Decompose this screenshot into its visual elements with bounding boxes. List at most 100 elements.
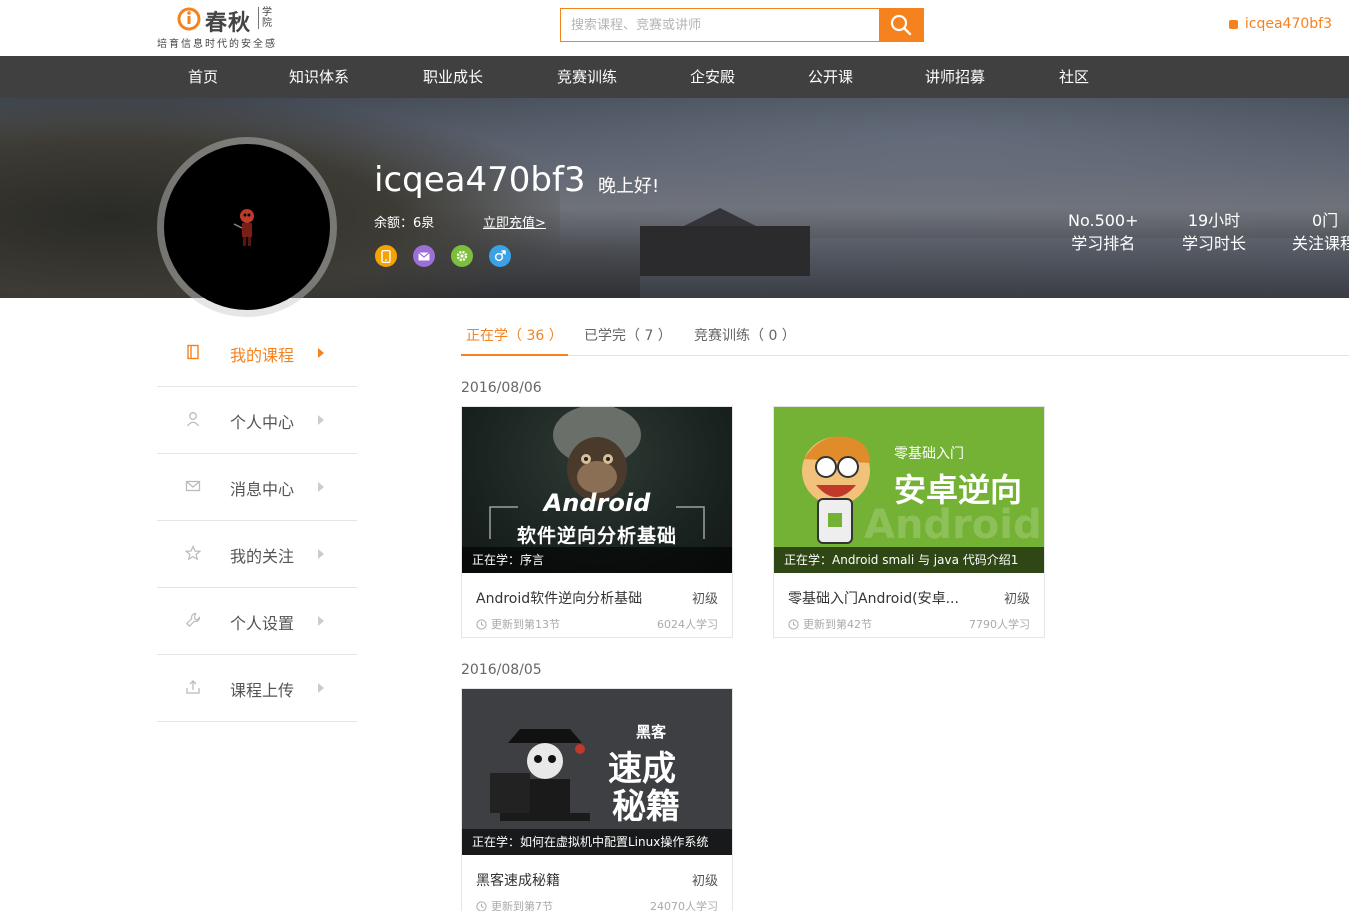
course-tabs: 正在学（ 36 ） 已学完（ 7 ） 竞赛训练（ 0 ） [461, 320, 1349, 356]
clock-icon [788, 618, 799, 630]
search-input[interactable] [561, 9, 879, 41]
book-icon [187, 344, 199, 360]
course-update-text: 更新到第7节 [491, 900, 553, 911]
stat-time-value: 19小时 [1187, 211, 1241, 230]
course-card[interactable]: Android 软件逆向分析基础 正在学：序言 Android软件逆向分析基础 … [461, 406, 733, 638]
male-badge-icon[interactable] [489, 245, 511, 267]
profile-username: icqea470bf3 [374, 160, 586, 200]
stat-time-label: 学习时长 [1182, 234, 1247, 253]
learning-caption: 正在学：如何在虚拟机中配置Linux操作系统 [462, 829, 732, 855]
course-students: 24070人学习 [650, 900, 718, 911]
thumb-title: 安卓逆向 [894, 471, 1023, 509]
sidebar-item-label: 我的关注 [230, 547, 295, 566]
course-update: 更新到第7节 [476, 898, 553, 911]
nav-item-career[interactable]: 职业成长 [423, 56, 483, 98]
thumb-title: Android [543, 489, 651, 517]
user-dot-icon [1228, 19, 1238, 29]
nav-item-enterprise[interactable]: 企安殿 [690, 56, 735, 98]
stat-rank: No.500+ 学习排名 [1068, 210, 1139, 256]
sidebar-item-messages[interactable]: 消息中心 [157, 454, 357, 521]
sidebar-item-following[interactable]: 我的关注 [157, 521, 357, 588]
sidebar-item-upload[interactable]: 课程上传 [157, 655, 357, 722]
stat-rank-label: 学习排名 [1071, 234, 1136, 253]
course-level: 初级 [691, 874, 718, 889]
header-username: icqea470bf3 [1244, 16, 1332, 32]
nav-item-open-class[interactable]: 公开课 [808, 56, 853, 98]
course-title[interactable]: 零基础入门Android(安卓... [788, 588, 959, 608]
sidebar-item-my-courses[interactable]: 我的课程 [157, 320, 357, 387]
nav-item-community[interactable]: 社区 [1059, 56, 1089, 98]
tab-learning[interactable]: 正在学（ 36 ） [461, 320, 568, 356]
tab-finished[interactable]: 已学完（ 7 ） [584, 320, 672, 356]
thumb-label: 黑客 [636, 723, 667, 741]
course-update-text: 更新到第13节 [491, 618, 560, 631]
profile-greeting: 晚上好! [598, 176, 660, 197]
sidebar-item-label: 个人设置 [230, 614, 295, 633]
logo-slogan: 培育信息时代的安全感 [157, 39, 277, 50]
top-header: 春秋 学院 培育信息时代的安全感 icqea470bf3 [0, 0, 1349, 56]
course-thumbnail: Android 零基础入门 安卓逆向 正在学：Android smali 与 j… [774, 407, 1044, 573]
main-nav: 首页 知识体系 职业成长 竞赛训练 企安殿 公开课 讲师招募 社区 [0, 56, 1349, 98]
sidebar-item-label: 课程上传 [230, 681, 295, 700]
recharge-link[interactable]: 立即充值> [483, 212, 546, 231]
user-icon [186, 412, 200, 427]
thumb-subtitle: 软件逆向分析基础 [516, 525, 677, 547]
nav-item-knowledge[interactable]: 知识体系 [289, 56, 349, 98]
chevron-right-icon [318, 482, 324, 492]
course-title[interactable]: Android软件逆向分析基础 [476, 588, 642, 608]
chevron-right-icon [318, 683, 324, 693]
avatar[interactable] [164, 144, 330, 310]
stat-rank-value: No.500+ [1068, 211, 1139, 230]
search-button[interactable] [879, 9, 923, 41]
tab-competition[interactable]: 竞赛训练（ 0 ） [694, 320, 796, 356]
logo-name: 春秋 [205, 11, 252, 36]
learning-caption: 正在学：序言 [462, 547, 732, 573]
mail-badge-icon[interactable] [413, 245, 435, 267]
sidebar-item-settings[interactable]: 个人设置 [157, 588, 357, 655]
course-update: 更新到第13节 [476, 616, 560, 632]
nav-item-competition[interactable]: 竞赛训练 [557, 56, 617, 98]
learning-caption: 正在学：Android smali 与 java 代码介绍1 [774, 547, 1044, 573]
course-level: 初级 [691, 592, 718, 607]
clock-icon [476, 618, 487, 630]
nav-item-home[interactable]: 首页 [188, 56, 218, 98]
sidebar-item-profile[interactable]: 个人中心 [157, 387, 357, 454]
stat-follow: 0门 关注课程 [1292, 210, 1349, 256]
phone-badge-icon[interactable] [375, 245, 397, 267]
course-card[interactable]: Android 零基础入门 安卓逆向 正在学：Android smali 与 j… [773, 406, 1045, 638]
star-icon [185, 545, 201, 561]
mail-icon [185, 480, 201, 492]
avatar-figure-icon [233, 209, 254, 246]
course-thumbnail: Android 软件逆向分析基础 正在学：序言 [462, 407, 732, 573]
logo-mark-icon [177, 7, 201, 31]
clock-icon [476, 900, 487, 911]
course-update-text: 更新到第42节 [803, 618, 872, 631]
chevron-right-icon [318, 415, 324, 425]
course-card[interactable]: 黑客 速成 秘籍 正在学：如何在虚拟机中配置Linux操作系统 黑客速成秘籍 初… [461, 688, 733, 911]
search-box [560, 8, 924, 42]
course-date: 2016/08/06 [461, 380, 542, 396]
sidebar-item-label: 消息中心 [230, 480, 295, 499]
stat-time: 19小时 学习时长 [1182, 210, 1246, 256]
chevron-right-icon [318, 348, 324, 358]
course-students: 7790人学习 [969, 618, 1030, 631]
course-level: 初级 [1003, 592, 1030, 607]
banner-hut [640, 226, 810, 276]
course-title[interactable]: 黑客速成秘籍 [476, 870, 560, 890]
course-thumbnail: 黑客 速成 秘籍 正在学：如何在虚拟机中配置Linux操作系统 [462, 689, 732, 855]
header-user-link[interactable]: icqea470bf3 [1228, 16, 1332, 32]
gear-badge-icon[interactable] [451, 245, 473, 267]
chevron-right-icon [318, 549, 324, 559]
logo-sub: 学院 [258, 7, 272, 29]
site-logo[interactable]: 春秋 学院 培育信息时代的安全感 [157, 5, 307, 50]
chevron-right-icon [318, 616, 324, 626]
cartoon-character-icon [802, 436, 870, 544]
thumb-subtitle: 零基础入门 [894, 446, 964, 462]
stat-follow-label: 关注课程 [1292, 234, 1349, 253]
upload-icon [186, 680, 200, 694]
sidebar-item-label: 我的课程 [230, 346, 295, 365]
search-icon [890, 14, 912, 36]
stat-follow-value: 0门 [1312, 211, 1339, 230]
sidebar-item-label: 个人中心 [230, 413, 295, 432]
nav-item-recruit[interactable]: 讲师招募 [925, 56, 985, 98]
